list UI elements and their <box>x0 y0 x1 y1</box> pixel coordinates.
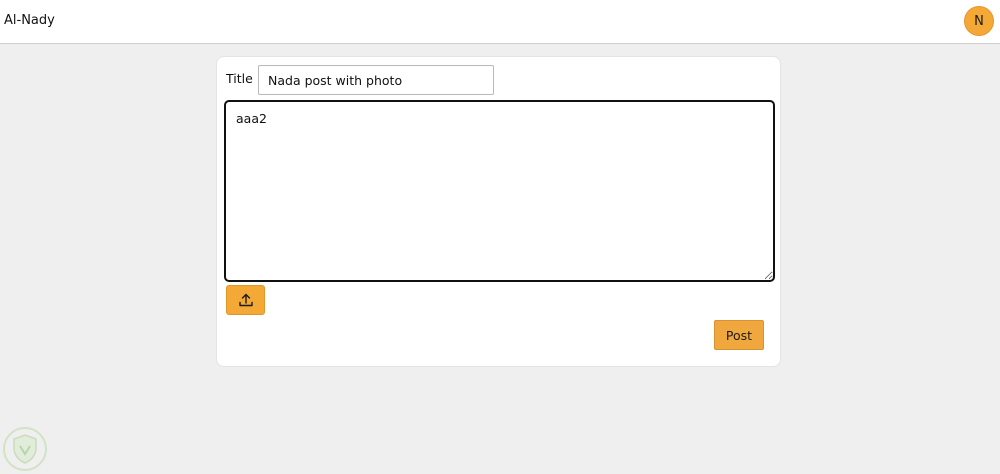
top-navbar: Al-Nady N <box>0 0 1000 44</box>
title-label: Title <box>226 71 253 86</box>
brand-logo-text[interactable]: Al-Nady <box>4 13 55 28</box>
post-body-textarea[interactable]: aaa2 <box>224 100 775 282</box>
upload-photo-button[interactable] <box>226 285 265 315</box>
post-composer-card: Title aaa2 Post <box>216 56 781 367</box>
title-input[interactable] <box>258 65 494 95</box>
shield-watermark-icon <box>3 427 47 471</box>
user-avatar[interactable]: N <box>964 6 994 36</box>
upload-icon <box>238 293 253 307</box>
post-button[interactable]: Post <box>714 320 764 350</box>
